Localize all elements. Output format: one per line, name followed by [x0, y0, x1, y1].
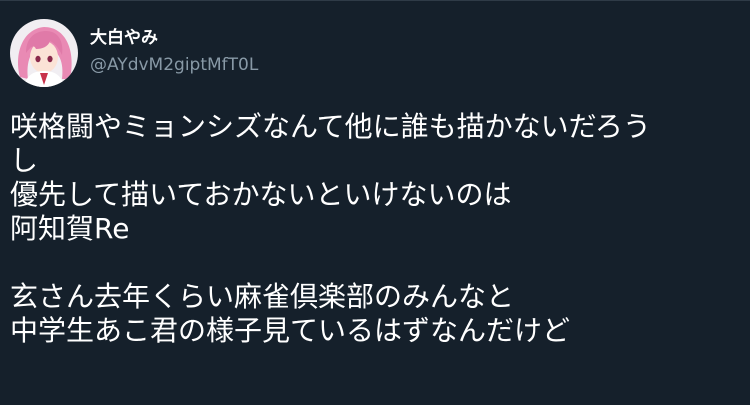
- user-handle[interactable]: @AYdvM2giptMfT0L: [90, 55, 258, 75]
- tweet-line: 阿知賀Re: [10, 212, 130, 245]
- tweet-line: 咲格闘やミョンシズなんて他に誰も描かないだろう: [10, 110, 651, 143]
- tweet-line: し: [10, 144, 39, 177]
- tweet-line: 中学生あこ君の様子見ているはずなんだけど: [10, 314, 571, 347]
- tweet-card: 大白やみ @AYdvM2giptMfT0L 咲格闘やミョンシズなんて他に誰も描か…: [0, 0, 750, 405]
- display-name[interactable]: 大白やみ: [90, 28, 158, 48]
- tweet-line: 玄さん去年くらい麻雀倶楽部のみんなと: [10, 280, 515, 313]
- tweet-line: [10, 246, 740, 280]
- avatar[interactable]: [10, 19, 78, 87]
- tweet-line: 優先して描いておかないといけないのは: [10, 178, 512, 211]
- avatar-image: [10, 19, 78, 87]
- tweet-text: 咲格闘やミョンシズなんて他に誰も描かないだろう し 優先して描いておかないといけ…: [10, 110, 740, 348]
